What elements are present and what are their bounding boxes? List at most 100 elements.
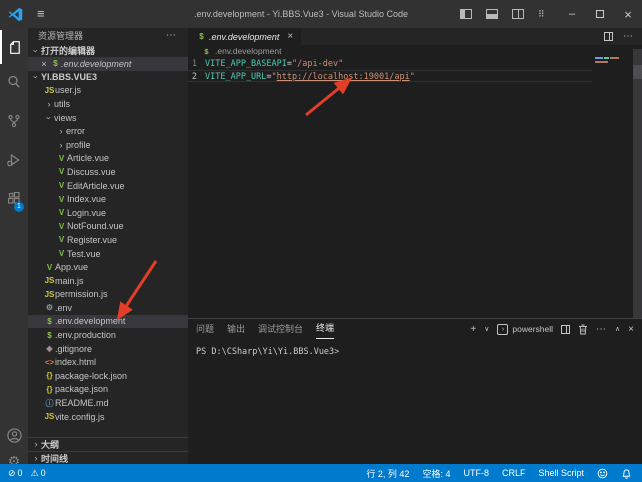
sidebar-title: 资源管理器 ⋯ [28,28,188,44]
tab-close-icon[interactable]: × [287,31,293,42]
powershell-icon[interactable]: › [497,324,508,335]
url-link[interactable]: http://localhost:19001/api [277,72,410,82]
outline-section-header[interactable]: › 大纲 [28,437,188,450]
tree-item--gitignore[interactable]: ◆.gitignore [28,342,188,356]
tree-item-label: .env.production [55,330,116,340]
project-section-header[interactable]: › YI.BBS.VUE3 [28,71,188,84]
vue-file-icon: V [56,249,67,258]
vue-file-icon: V [56,181,67,190]
tree-item-main-js[interactable]: JSmain.js [28,274,188,288]
status-right: 行 2, 列 42 空格: 4 UTF-8 CRLF Shell Script [366,467,642,480]
tree-item-article-vue[interactable]: VArticle.vue [28,152,188,166]
tree-item-login-vue[interactable]: VLogin.vue [28,206,188,220]
status-item[interactable]: UTF-8 [463,468,489,478]
tree-item-profile[interactable]: ›profile [28,138,188,152]
minimap-scrollbar[interactable] [633,49,642,319]
dollar-file-icon: $ [44,317,55,326]
notifications-bell-icon[interactable] [621,468,632,479]
status-item[interactable]: Shell Script [538,468,584,478]
terminal-prompt: PS D:\CSharp\Yi\Yi.BBS.Vue3> [196,347,339,357]
explorer-icon[interactable] [0,30,28,64]
close-icon[interactable]: × [38,59,50,69]
search-icon[interactable] [0,65,28,99]
tree-item-label: error [66,126,85,136]
maximize-button[interactable] [586,0,614,28]
tree-item-error[interactable]: ›error [28,124,188,138]
code-area[interactable]: 1VITE_APP_BASEAPI="/api-dev"2VITE_APP_UR… [188,57,642,318]
tree-item--env-production[interactable]: $.env.production [28,328,188,342]
tree-item-label: Test.vue [67,249,101,259]
js-file-icon: JS [44,290,55,299]
panel-close-icon[interactable]: × [628,324,634,335]
split-terminal-icon[interactable] [561,325,570,334]
feedback-smiley-icon[interactable] [597,468,608,479]
run-debug-icon[interactable] [0,143,28,177]
status-problems[interactable]: ⊘0 ⚠0 [0,468,46,479]
source-control-icon[interactable] [0,104,28,138]
tree-item-discuss-vue[interactable]: VDiscuss.vue [28,165,188,179]
terminal-dropdown-icon[interactable]: ∨ [484,325,489,333]
close-button[interactable]: × [614,0,642,28]
panel-tab-问题[interactable]: 问题 [196,319,214,339]
breadcrumb[interactable]: $ .env.development [188,45,642,57]
editor-more-actions-icon[interactable]: ⋯ [623,31,634,42]
tab-env-development[interactable]: $ .env.development × [188,28,301,45]
code-line-1[interactable]: 1VITE_APP_BASEAPI="/api-dev" [188,58,592,70]
tree-item-label: index.html [55,357,96,367]
open-editors-header[interactable]: › 打开的编辑器 [28,44,188,57]
tree-item-editarticle-vue[interactable]: VEditArticle.vue [28,179,188,193]
extensions-icon[interactable]: 1 [0,182,28,216]
line-number: 2 [188,71,205,81]
tree-item-readme-md[interactable]: ⓘREADME.md [28,396,188,410]
terminal-content[interactable]: PS D:\CSharp\Yi\Yi.BBS.Vue3> [188,339,642,357]
error-circle[interactable]: ⊘0 [8,468,23,479]
status-item[interactable]: 空格: 4 [422,467,450,480]
menu-hamburger-icon[interactable]: ≡ [37,0,45,28]
tree-item-utils[interactable]: ›utils [28,97,188,111]
html-file-icon: <> [44,358,55,367]
panel-tab-终端[interactable]: 终端 [316,320,334,339]
minimap-mark [604,57,609,59]
split-editor-icon[interactable] [604,32,613,41]
tree-item-vite-config-js[interactable]: JSvite.config.js [28,410,188,424]
tree-item-package-json[interactable]: {}package.json [28,383,188,397]
tree-item-notfound-vue[interactable]: VNotFound.vue [28,220,188,234]
chevron-down-icon: › [31,46,41,56]
minimap-mark [595,57,603,59]
open-editor-item-env-development[interactable]: × $ .env.development [28,57,188,71]
explorer-more-actions-icon[interactable]: ⋯ [166,28,176,44]
customize-layout-icon[interactable]: ⠿ [538,8,551,20]
status-item[interactable]: 行 2, 列 42 [366,467,409,480]
minimap-slider[interactable] [633,65,642,79]
warning-triangle[interactable]: ⚠0 [31,468,46,479]
tree-item--env[interactable]: ⚙.env [28,301,188,315]
tree-item-test-vue[interactable]: VTest.vue [28,247,188,261]
minimize-button[interactable]: – [558,0,586,28]
toggle-sidebar-icon[interactable] [460,9,472,19]
tree-item-app-vue[interactable]: VApp.vue [28,260,188,274]
shell-file-icon: $ [196,32,207,41]
code-line-2[interactable]: 2VITE_APP_URL="http://localhost:19001/ap… [188,70,592,82]
panel-maximize-icon[interactable]: ∧ [615,325,620,333]
tree-item-permission-js[interactable]: JSpermission.js [28,288,188,302]
tree-item-label: user.js [55,85,81,95]
powershell-label[interactable]: powershell [512,324,553,334]
tab-label: .env.development [209,32,279,42]
tree-item-index-html[interactable]: <>index.html [28,355,188,369]
tree-item--env-development[interactable]: $.env.development [28,315,188,329]
new-terminal-icon[interactable]: + [470,324,476,335]
tree-item-register-vue[interactable]: VRegister.vue [28,233,188,247]
tree-item-views[interactable]: ›views [28,111,188,125]
toggle-secondary-sidebar-icon[interactable] [512,9,524,19]
panel-more-actions-icon[interactable]: ⋯ [596,324,607,335]
panel-tab-输出[interactable]: 输出 [227,319,245,339]
toggle-panel-icon[interactable] [486,9,498,19]
tree-item-user-js[interactable]: JSuser.js [28,84,188,98]
timeline-section-header[interactable]: › 时间线 [28,451,188,464]
minimap-mark [595,61,608,63]
kill-terminal-trash-icon[interactable] [578,324,588,335]
status-item[interactable]: CRLF [502,468,526,478]
tree-item-index-vue[interactable]: VIndex.vue [28,192,188,206]
panel-tab-调试控制台[interactable]: 调试控制台 [258,319,303,339]
tree-item-package-lock-json[interactable]: {}package-lock.json [28,369,188,383]
